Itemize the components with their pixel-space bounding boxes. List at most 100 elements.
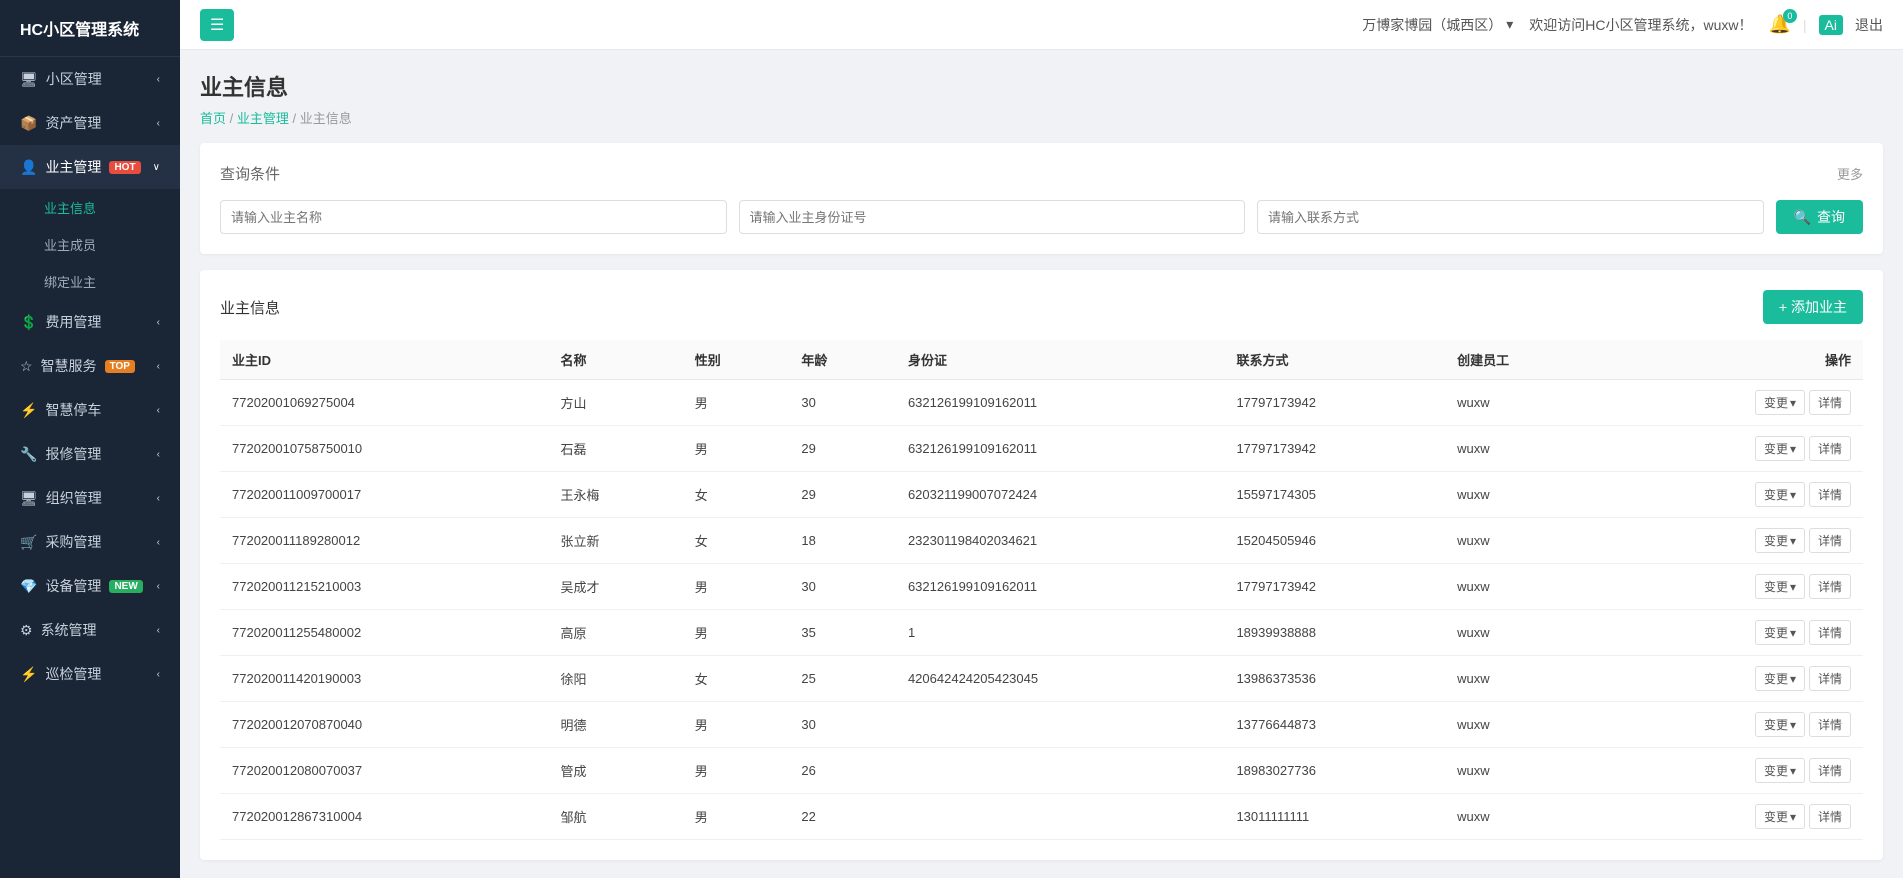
- welcome-text: 欢迎访问HC小区管理系统，wuxw！: [1529, 15, 1752, 35]
- search-name-input[interactable]: [220, 200, 727, 234]
- cell-name: 明德: [549, 702, 683, 748]
- gear-icon: ⚙: [20, 622, 33, 639]
- breadcrumb-home[interactable]: 首页: [200, 111, 226, 126]
- hot-badge: HOT: [109, 161, 140, 174]
- detail-button[interactable]: 详情: [1809, 666, 1851, 691]
- sidebar-item-purchase[interactable]: 🛒 采购管理 ‹: [0, 520, 180, 564]
- top-navbar: ☰ 万博家博园（城西区） ▾ 欢迎访问HC小区管理系统，wuxw！ 🔔 0 | …: [180, 0, 1903, 50]
- detail-button[interactable]: 详情: [1809, 712, 1851, 737]
- detail-button[interactable]: 详情: [1809, 436, 1851, 461]
- wrench-icon: 🔧: [20, 446, 37, 463]
- dropdown-arrow-icon: ▾: [1790, 764, 1796, 778]
- content-area: 业主信息 首页 / 业主管理 / 业主信息 查询条件 更多 🔍 查询: [180, 50, 1903, 878]
- detail-button[interactable]: 详情: [1809, 620, 1851, 645]
- change-button[interactable]: 变更 ▾: [1755, 620, 1805, 645]
- avatar-button[interactable]: Ai: [1819, 14, 1843, 35]
- detail-button[interactable]: 详情: [1809, 482, 1851, 507]
- change-button[interactable]: 变更 ▾: [1755, 482, 1805, 507]
- change-button[interactable]: 变更 ▾: [1755, 758, 1805, 783]
- sidebar-sub-owner-bind[interactable]: 绑定业主: [0, 263, 180, 300]
- sidebar-item-fees[interactable]: 💲 费用管理 ‹: [0, 300, 180, 344]
- table-row: 77202001118928001​2 张立新 女 18 23230119840…: [220, 518, 1863, 564]
- arrow-icon: ‹: [157, 537, 160, 548]
- detail-button[interactable]: 详情: [1809, 528, 1851, 553]
- cell-age: 30: [789, 380, 896, 426]
- change-button[interactable]: 变更 ▾: [1755, 528, 1805, 553]
- dropdown-arrow-icon: ▾: [1790, 442, 1796, 456]
- cell-idcard: 632126199109162011: [896, 380, 1225, 426]
- arrow-icon: ‹: [157, 581, 160, 592]
- cell-phone: 17797173942: [1224, 380, 1445, 426]
- notification-button[interactable]: 🔔 0: [1768, 14, 1790, 35]
- location-arrow-icon: ▾: [1506, 16, 1513, 33]
- detail-button[interactable]: 详情: [1809, 804, 1851, 829]
- cell-phone: 13986373536: [1224, 656, 1445, 702]
- sidebar-item-owners[interactable]: 👤 业主管理 HOT ∨: [0, 145, 180, 189]
- arrow-icon: ‹: [157, 118, 160, 129]
- add-owner-button[interactable]: + 添加业主: [1763, 290, 1863, 324]
- cell-gender: 男: [683, 748, 790, 794]
- search-icon: 🔍: [1794, 209, 1811, 226]
- cell-actions: 变更 ▾ 详情: [1607, 794, 1863, 840]
- cell-name: 王永梅: [549, 472, 683, 518]
- sidebar-sub-owner-member[interactable]: 业主成员: [0, 226, 180, 263]
- detail-button[interactable]: 详情: [1809, 758, 1851, 783]
- cell-id: 77202001069275004: [220, 380, 549, 426]
- sidebar-item-org[interactable]: 🖥 组织管理 ‹: [0, 476, 180, 520]
- breadcrumb-owners[interactable]: 业主管理: [237, 111, 289, 126]
- cell-gender: 男: [683, 794, 790, 840]
- change-button[interactable]: 变更 ▾: [1755, 574, 1805, 599]
- cell-idcard: 632126199109162011: [896, 426, 1225, 472]
- patrol-icon: ⚡: [20, 666, 37, 683]
- search-phone-input[interactable]: [1257, 200, 1764, 234]
- menu-toggle-button[interactable]: ☰: [200, 9, 234, 41]
- dropdown-arrow-icon: ▾: [1790, 396, 1796, 410]
- sidebar-item-patrol[interactable]: ⚡ 巡检管理 ‹: [0, 652, 180, 696]
- dropdown-arrow-icon: ▾: [1790, 718, 1796, 732]
- table-header: 业主信息 + 添加业主: [220, 290, 1863, 324]
- cell-gender: 女: [683, 656, 790, 702]
- owners-table: 业主ID 名称 性别 年龄 身份证 联系方式 创建员工 操作 772020010…: [220, 340, 1863, 840]
- sidebar-item-device[interactable]: 💎 设备管理 NEW ‹: [0, 564, 180, 608]
- search-row: 🔍 查询: [220, 200, 1863, 234]
- arrow-icon: ‹: [157, 361, 160, 372]
- change-button[interactable]: 变更 ▾: [1755, 712, 1805, 737]
- change-button[interactable]: 变更 ▾: [1755, 804, 1805, 829]
- cell-phone: 15204505946: [1224, 518, 1445, 564]
- box-icon: 📦: [20, 115, 37, 132]
- cell-creator: wuxw: [1445, 380, 1607, 426]
- change-button[interactable]: 变更 ▾: [1755, 666, 1805, 691]
- monitor-icon: 🖥: [20, 71, 38, 88]
- cell-gender: 男: [683, 610, 790, 656]
- sidebar-item-parking[interactable]: ⚡ 智慧停车 ‹: [0, 388, 180, 432]
- detail-button[interactable]: 详情: [1809, 390, 1851, 415]
- cell-idcard: 632126199109162011: [896, 564, 1225, 610]
- detail-button[interactable]: 详情: [1809, 574, 1851, 599]
- sidebar-sub-owner-info[interactable]: 业主信息: [0, 189, 180, 226]
- cell-id: 77202001121521000​3: [220, 564, 549, 610]
- cell-id: 77202001207087004​0: [220, 702, 549, 748]
- search-card: 查询条件 更多 🔍 查询: [200, 143, 1883, 254]
- search-idcard-input[interactable]: [739, 200, 1246, 234]
- cell-age: 29: [789, 472, 896, 518]
- search-more-button[interactable]: 更多: [1837, 164, 1863, 183]
- cell-idcard: 232301198402034621: [896, 518, 1225, 564]
- sidebar-item-system[interactable]: ⚙ 系统管理 ‹: [0, 608, 180, 652]
- cell-actions: 变更 ▾ 详情: [1607, 564, 1863, 610]
- cell-gender: 女: [683, 472, 790, 518]
- cell-phone: 18939938888: [1224, 610, 1445, 656]
- breadcrumb-current: 业主信息: [300, 111, 352, 126]
- logout-button[interactable]: 退出: [1855, 15, 1883, 35]
- change-button[interactable]: 变更 ▾: [1755, 390, 1805, 415]
- cell-id: 77202001142019000​3: [220, 656, 549, 702]
- location-selector[interactable]: 万博家博园（城西区） ▾: [1362, 15, 1513, 35]
- cell-creator: wuxw: [1445, 794, 1607, 840]
- col-action: 操作: [1607, 340, 1863, 380]
- sidebar-item-community[interactable]: 🖥 小区管理 ‹: [0, 57, 180, 101]
- sidebar-item-assets[interactable]: 📦 资产管理 ‹: [0, 101, 180, 145]
- sidebar-item-repair[interactable]: 🔧 报修管理 ‹: [0, 432, 180, 476]
- search-button[interactable]: 🔍 查询: [1776, 200, 1863, 234]
- cell-actions: 变更 ▾ 详情: [1607, 610, 1863, 656]
- change-button[interactable]: 变更 ▾: [1755, 436, 1805, 461]
- sidebar-item-smart[interactable]: ☆ 智慧服务 TOP ‹: [0, 344, 180, 388]
